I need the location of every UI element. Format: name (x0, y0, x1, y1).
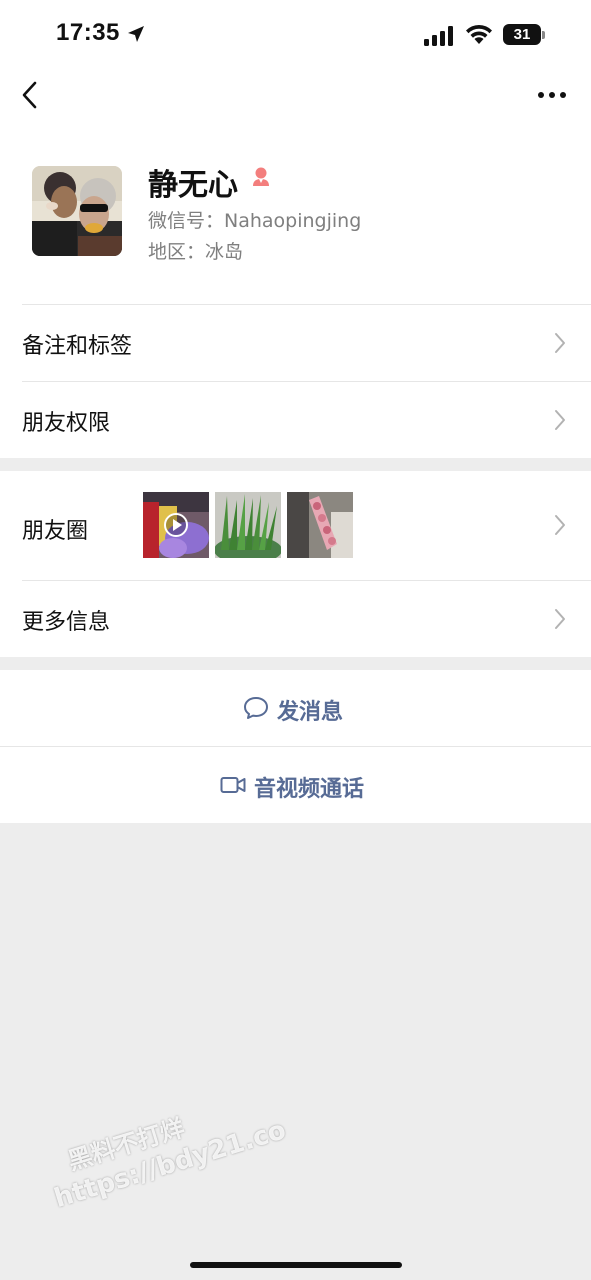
more-dots-icon[interactable] (536, 88, 568, 102)
battery-icon: 31 (503, 24, 541, 45)
moments-thumbnail (287, 492, 353, 558)
status-time: 17:35 (56, 19, 120, 46)
video-camera-icon (220, 777, 246, 793)
cellular-signal-icon (424, 26, 453, 46)
more-info-label: 更多信息 (22, 610, 111, 635)
friend-permissions-row[interactable]: 朋友权限 (0, 382, 591, 458)
female-icon (253, 167, 269, 186)
action-section: 发消息 音视频通话 (0, 670, 591, 823)
chevron-right-icon (555, 515, 565, 535)
friend-permissions-label: 朋友权限 (22, 411, 111, 436)
watermark: 黑料不打烊 https://bdy21.co (40, 1080, 290, 1214)
moments-thumbnail (215, 492, 281, 558)
region: 地区：冰岛 (148, 241, 244, 263)
chevron-right-icon (555, 333, 565, 353)
battery-tip (542, 31, 545, 39)
location-arrow-icon (128, 26, 144, 42)
send-message-button[interactable]: 发消息 (0, 670, 591, 746)
moments-label: 朋友圈 (22, 519, 89, 544)
avatar[interactable] (32, 166, 122, 256)
send-message-label: 发消息 (277, 700, 344, 725)
video-call-label: 音视频通话 (254, 777, 365, 802)
moments-thumbnail (143, 492, 209, 558)
chevron-left-icon[interactable] (18, 80, 44, 110)
status-bar: 17:35 31 (0, 0, 591, 70)
wifi-icon (466, 24, 492, 44)
profile-name: 静无心 (148, 168, 238, 203)
remark-tags-label: 备注和标签 (22, 334, 133, 359)
wechat-id: 微信号：Nahaopingjing (148, 210, 362, 232)
video-call-button[interactable]: 音视频通话 (0, 747, 591, 823)
remark-tags-row[interactable]: 备注和标签 (0, 305, 591, 381)
more-info-row[interactable]: 更多信息 (0, 581, 591, 657)
moments-section: 朋友圈 更多信息 (0, 471, 591, 657)
chevron-right-icon (555, 410, 565, 430)
chat-bubble-icon (244, 697, 268, 719)
chevron-right-icon (555, 609, 565, 629)
home-indicator[interactable] (190, 1262, 402, 1268)
moments-row[interactable]: 朋友圈 (0, 471, 591, 580)
